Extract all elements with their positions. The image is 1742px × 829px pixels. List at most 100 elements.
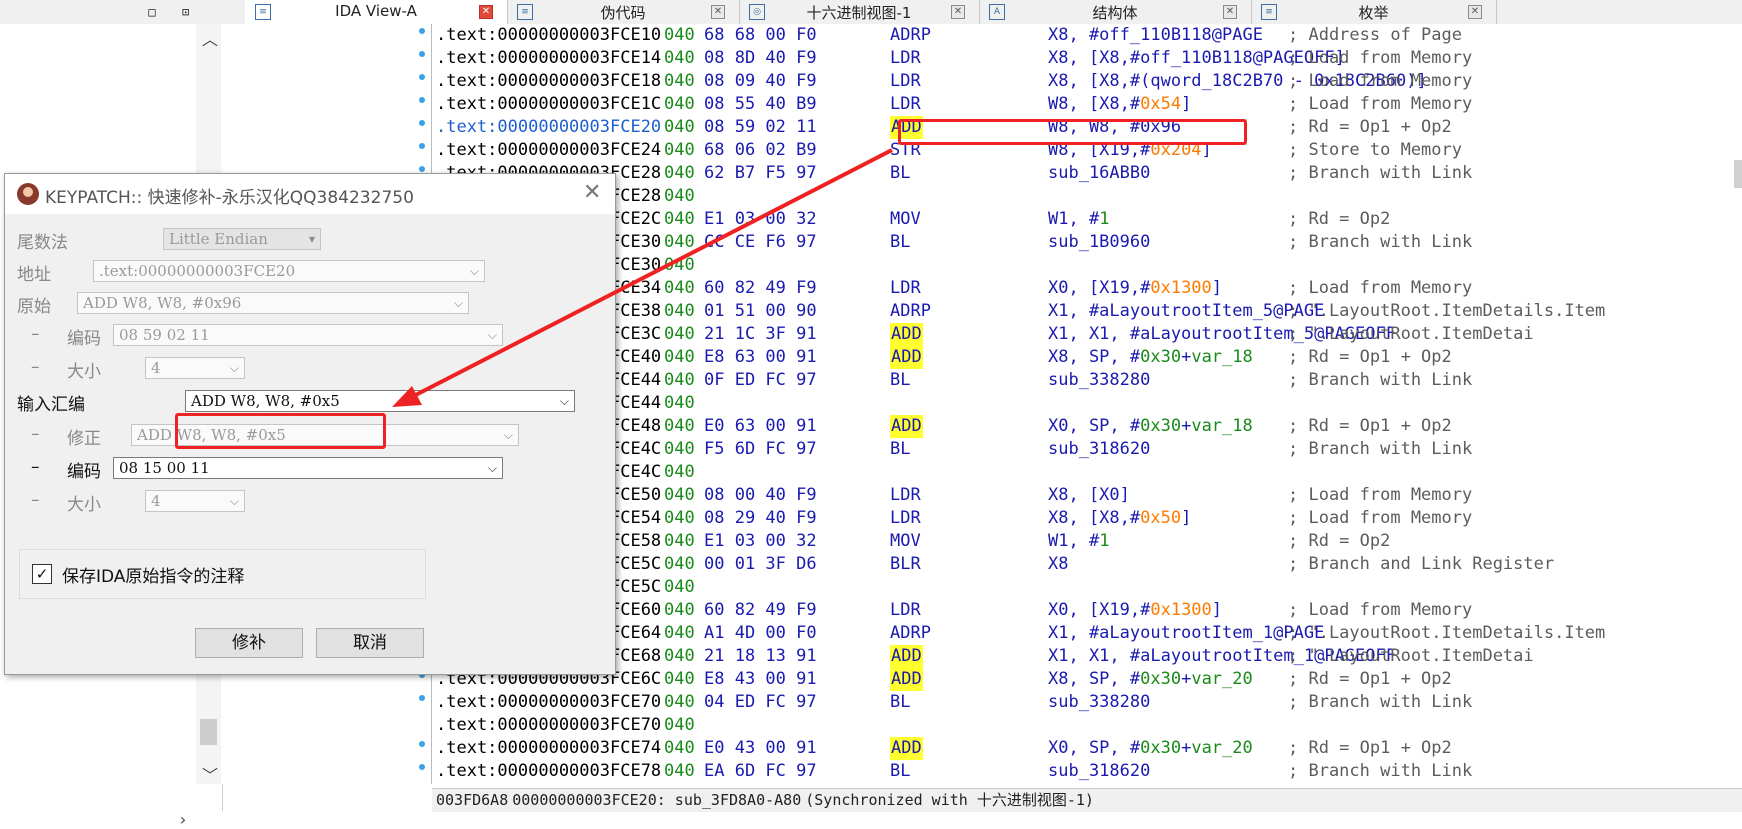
line-mnemonic: BL [890, 232, 911, 252]
line-stack-depth: 040 [664, 462, 695, 482]
line-mnemonic: BL [890, 439, 911, 459]
app-avatar-icon [17, 183, 39, 205]
operand-part: 0x30 [1140, 416, 1182, 436]
chevron-down-icon: ⌵ [469, 264, 479, 278]
operand-part: 1 [1099, 209, 1110, 229]
new-size-label: 大小 [67, 495, 101, 515]
tab-close-icon[interactable]: ✕ [711, 5, 725, 19]
operand-part: + [1181, 416, 1192, 436]
operand-part: W1, # [1048, 209, 1100, 229]
line-comment: ; Rd = Op1 + Op2 [1288, 669, 1452, 689]
operand-part: sub_1B0960 [1048, 232, 1151, 252]
chevron-down-icon: ⌵ [559, 394, 569, 408]
operand-part: X0, [X19,# [1048, 278, 1151, 298]
dialog-close-icon[interactable]: ✕ [583, 180, 601, 205]
line-comment: ; Load from Memory [1288, 48, 1473, 68]
input-asm-label: 输入汇编 [17, 395, 85, 415]
line-opcode-bytes: 68 68 00 F0 [704, 25, 817, 45]
dash: – [31, 457, 40, 477]
tab-enums[interactable]: ≡ 枚举 ✕ [1251, 0, 1497, 24]
operand-part: X8, #off_110B118@PAGE [1048, 25, 1263, 45]
disasm-scrollbar-thumb[interactable] [1734, 160, 1742, 188]
gutter-dot [419, 764, 425, 770]
line-operands: X0, SP, #0x30+var_18 [1048, 415, 1253, 438]
operand-part: var_20 [1191, 738, 1253, 758]
line-mnemonic: LDR [890, 485, 921, 505]
operand-part: var_18 [1191, 416, 1253, 436]
dash: – [31, 357, 40, 377]
tab-close-icon[interactable]: ✕ [1223, 5, 1237, 19]
line-opcode-bytes: 08 00 40 F9 [704, 485, 817, 505]
dash: – [31, 424, 40, 444]
line-stack-depth: 040 [664, 738, 695, 758]
line-operands: X8 [1048, 553, 1068, 576]
line-opcode-bytes: E0 63 00 91 [704, 416, 817, 436]
line-operands: X0, SP, #0x30+var_20 [1048, 737, 1253, 760]
dialog-titlebar: KEYPATCH:: 快速修补-永乐汉化QQ384232750 ✕ [5, 174, 615, 214]
tab-close-icon[interactable]: ✕ [479, 5, 493, 19]
new-encoding-value: 08 15 00 11 [119, 459, 210, 477]
original-value: ADD W8, W8, #0x96 [83, 294, 242, 312]
orig-size-value: 4 [151, 359, 161, 377]
tab-close-icon[interactable]: ✕ [1468, 5, 1482, 19]
operand-part: 0x54 [1140, 94, 1182, 114]
chevron-down-icon: ⌵ [229, 361, 239, 375]
line-opcode-bytes: EA 6D FC 97 [704, 761, 817, 781]
dialog-title: KEYPATCH:: 快速修补-永乐汉化QQ384232750 [45, 188, 414, 208]
operand-part: X0, SP, # [1048, 416, 1141, 436]
annotation-highlight-input [175, 413, 386, 449]
scroll-down-icon[interactable]: ﹀ [202, 762, 218, 786]
line-mnemonic: BL [890, 761, 911, 781]
new-encoding-select[interactable]: 08 15 00 11 ⌵ [113, 457, 503, 479]
line-stack-depth: 040 [664, 554, 695, 574]
endian-select[interactable]: Little Endian ▾ [163, 228, 321, 250]
tab-ida-view-a[interactable]: ≡ IDA View-A ✕ [245, 0, 508, 24]
line-mnemonic: ADD [890, 645, 923, 668]
input-asm-combobox[interactable]: ADD W8, W8, #0x5 ⌵ [185, 390, 575, 412]
operand-part: X1, #aLayoutrootItem_1@PAGE [1048, 623, 1325, 643]
float-icon[interactable]: ⊡ [174, 5, 198, 19]
operand-part: X0, SP, # [1048, 738, 1141, 758]
tab-close-icon[interactable]: ✕ [951, 5, 965, 19]
chevron-down-icon: ⌵ [229, 494, 239, 508]
line-operands: sub_338280 [1048, 369, 1150, 392]
operand-part: sub_338280 [1048, 370, 1151, 390]
operand-part: X0, [X19,# [1048, 600, 1151, 620]
fixup-label: 修正 [67, 429, 101, 449]
gutter-dot [419, 97, 425, 103]
operand-part: ] [1211, 600, 1223, 620]
line-comment: ; ".LayoutRoot.ItemDetai [1288, 646, 1534, 666]
line-stack-depth: 040 [664, 94, 695, 114]
keep-comment-checkbox[interactable]: ✓ [32, 564, 52, 584]
new-size-select[interactable]: 4 ⌵ [145, 490, 245, 512]
line-opcode-bytes: 00 01 3F D6 [704, 554, 817, 574]
operand-part: 0x30 [1140, 669, 1182, 689]
operand-part: var_18 [1191, 347, 1253, 367]
dash: – [31, 490, 40, 510]
tab-hex-view[interactable]: ◎ 十六进制视图-1 ✕ [739, 0, 980, 24]
scrollbar-thumb[interactable] [200, 719, 217, 745]
cancel-button[interactable]: 取消 [316, 628, 424, 658]
restore-icon[interactable]: □ [140, 5, 164, 19]
orig-encoding-select[interactable]: 08 59 02 11 ⌵ [113, 324, 503, 346]
line-opcode-bytes: 08 29 40 F9 [704, 508, 817, 528]
line-stack-depth: 040 [664, 324, 695, 344]
scroll-right-icon[interactable]: › [178, 810, 188, 829]
orig-size-select[interactable]: 4 ⌵ [145, 357, 245, 379]
line-comment: ; ".LayoutRoot.ItemDetai [1288, 324, 1534, 344]
tab-pseudocode[interactable]: ≡ 伪代码 ✕ [507, 0, 740, 24]
line-operands: W1, #1 [1048, 208, 1109, 231]
line-comment: ; Address of Page [1288, 25, 1462, 45]
line-stack-depth: 040 [664, 117, 695, 137]
patch-button[interactable]: 修补 [195, 628, 303, 658]
line-comment: ; Branch with Link [1288, 761, 1473, 781]
scroll-up-icon[interactable]: ︿ [202, 26, 218, 50]
operand-part: 0x1300 [1150, 600, 1212, 620]
line-stack-depth: 040 [664, 508, 695, 528]
line-operands: X8, SP, #0x30+var_18 [1048, 346, 1253, 369]
original-select[interactable]: ADD W8, W8, #0x96 ⌵ [77, 292, 469, 314]
operand-part: X8, SP, # [1048, 669, 1141, 689]
address-select[interactable]: .text:00000000003FCE20 ⌵ [93, 260, 485, 282]
line-opcode-bytes: 08 09 40 F9 [704, 71, 817, 91]
tab-structures[interactable]: A 结构体 ✕ [979, 0, 1252, 24]
